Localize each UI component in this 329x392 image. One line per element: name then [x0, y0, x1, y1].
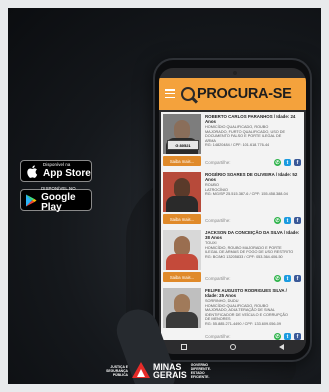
wanted-card[interactable]: Saiba mais... JACKSON DA CONCEIÇÃO DA SI…: [161, 228, 304, 287]
slogan: GOVERNO DIFERENTE. ESTADO EFICIENTE.: [191, 363, 211, 380]
wanted-card[interactable]: FELIPE AUGUSTO RODRIGUES SILVA / Idade: …: [161, 286, 304, 345]
share-row: Compartilhe: ✆ t f: [205, 216, 301, 225]
whatsapp-icon[interactable]: ✆: [274, 275, 281, 282]
google-play-badge[interactable]: DISPONÍVEL NO Google Play: [20, 186, 92, 213]
twitter-icon[interactable]: t: [284, 159, 291, 166]
minas-gerais-logo-icon: [132, 362, 150, 380]
background-scene: Disponível na App Store DISPONÍVEL NO Go…: [8, 8, 321, 384]
share-label: Compartilhe:: [205, 334, 231, 339]
id-plate: G 80521: [167, 140, 199, 150]
saiba-mais-button[interactable]: Saiba mais...: [163, 272, 201, 282]
whatsapp-icon[interactable]: ✆: [274, 333, 281, 340]
badge-title: Google Play: [41, 191, 76, 213]
hamburger-menu-icon[interactable]: [165, 89, 175, 98]
suspect-photo: [163, 230, 201, 270]
suspect-name: ROBERTO CARLOS PARANHOS / Idade: 24 Anos: [205, 114, 296, 125]
phone-screen: PROCURA-SE G 80521 Saiba mais... ROBERTO…: [159, 68, 306, 354]
badge-caption: DISPONÍVEL NO: [41, 186, 76, 192]
whatsapp-icon[interactable]: ✆: [274, 159, 281, 166]
suspect-name: ROGÉRIO SOARES DE OLIVEIRA / Idade: 52 A…: [205, 172, 298, 183]
saiba-mais-button[interactable]: Saiba mais...: [163, 214, 201, 224]
suspect-name: JACKSON DA CONCEIÇÃO DA SILVA / Idade: 3…: [205, 230, 300, 241]
magnifier-icon: [181, 87, 195, 101]
twitter-icon[interactable]: t: [284, 217, 291, 224]
wanted-card[interactable]: G 80521 Saiba mais... ROBERTO CARLOS PAR…: [161, 112, 304, 171]
android-nav-bar: [159, 340, 306, 354]
whatsapp-icon[interactable]: ✆: [274, 217, 281, 224]
share-label: Compartilhe:: [205, 160, 231, 165]
suspect-name: FELIPE AUGUSTO RODRIGUES SILVA / Idade: …: [205, 288, 287, 299]
suspect-head: [174, 178, 190, 198]
twitter-icon[interactable]: t: [284, 333, 291, 340]
brand-name: MINAS GERAIS: [153, 362, 187, 380]
share-label: Compartilhe:: [205, 218, 231, 223]
app-logo: PROCURA-SE: [181, 81, 292, 107]
twitter-icon[interactable]: t: [284, 275, 291, 282]
card-detail-line: RG: 55.885.271-4490 / CPF: 133.609.056-0…: [205, 322, 281, 326]
brand-line-2: GERAIS: [153, 370, 187, 380]
facebook-icon[interactable]: f: [294, 275, 301, 282]
facebook-icon[interactable]: f: [294, 333, 301, 340]
share-row: Compartilhe: ✆ t f: [205, 158, 301, 167]
card-detail-line: RG: MG/SP 25.515.387-6 / CPF: 155.458.38…: [205, 192, 288, 197]
badge-caption: Disponível na: [43, 162, 71, 168]
suspect-photo: [163, 288, 201, 328]
phone-device: PROCURA-SE G 80521 Saiba mais... ROBERTO…: [153, 58, 312, 362]
facebook-icon[interactable]: f: [294, 159, 301, 166]
google-play-icon: [25, 193, 37, 207]
apple-icon: [25, 164, 39, 178]
suspect-head: [174, 236, 190, 256]
facebook-icon[interactable]: f: [294, 217, 301, 224]
suspect-head: [174, 294, 190, 314]
nav-home-icon[interactable]: [229, 344, 236, 350]
card-detail-line: RG: 14820484 / CPF: 101.618.776-44: [205, 143, 270, 148]
app-header: PROCURA-SE: [159, 78, 306, 110]
suspect-photo: G 80521: [163, 114, 201, 154]
footer-brand: JUSTIÇA E SEGURANÇA PÚBLICA MINAS GERAIS…: [104, 360, 211, 382]
suspect-body: [166, 312, 198, 328]
share-row: Compartilhe: ✆ t f: [205, 274, 301, 283]
badge-title: App Store: [43, 167, 91, 179]
app-store-badge[interactable]: Disponível na App Store: [20, 160, 92, 182]
share-label: Compartilhe:: [205, 276, 231, 281]
suspect-head: [174, 120, 190, 140]
slogan-line: EFICIENTE.: [190, 375, 210, 380]
nav-back-icon[interactable]: [279, 344, 285, 350]
nav-recent-icon[interactable]: [180, 344, 187, 350]
suspect-photo: [163, 172, 201, 212]
wanted-card[interactable]: Saiba mais... ROGÉRIO SOARES DE OLIVEIRA…: [161, 170, 304, 229]
suspect-body: [166, 254, 198, 270]
logo-text: PROCURA-SE: [197, 86, 292, 102]
suspect-body: [166, 196, 198, 212]
saiba-mais-button[interactable]: Saiba mais...: [163, 156, 201, 166]
card-detail-line: RG: BC/MG 13205833 / CPF: 053.364.406-50: [205, 254, 283, 259]
camera-dot: [233, 71, 237, 75]
agency-label: JUSTIÇA E SEGURANÇA PÚBLICA: [106, 364, 128, 378]
